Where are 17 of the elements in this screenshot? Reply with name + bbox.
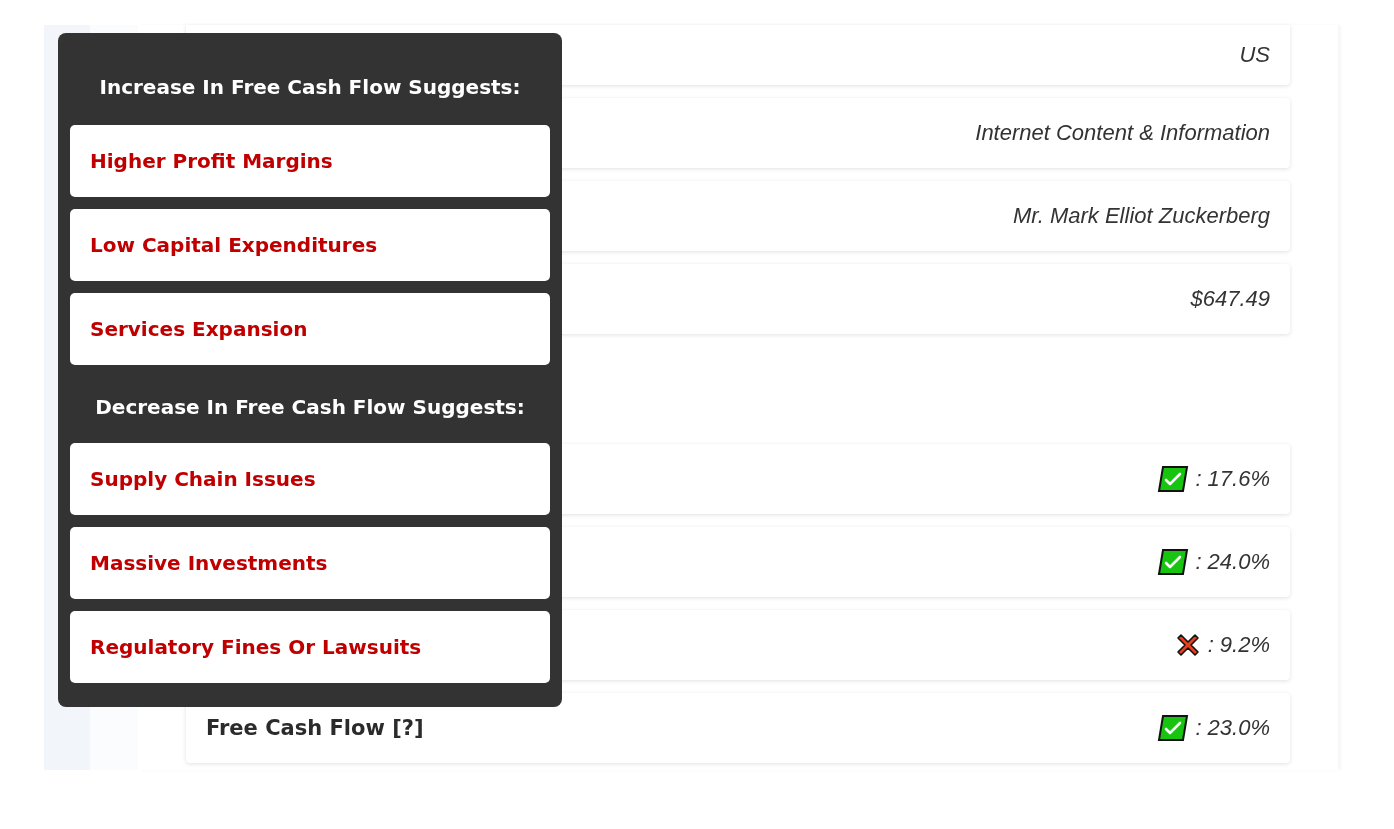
metric-value: : 9.2% [1207, 632, 1270, 658]
metric-label: Free Cash Flow [?] [206, 716, 424, 740]
tooltip-heading: Decrease In Free Cash Flow Suggests: [94, 394, 526, 421]
info-value: Mr. Mark Elliot Zuckerberg [1012, 203, 1270, 229]
info-value: Internet Content & Information [975, 120, 1270, 146]
tooltip-item: Supply Chain Issues [70, 443, 550, 515]
info-value: $647.49 [1190, 286, 1270, 312]
tooltip-item: Services Expansion [70, 293, 550, 365]
tooltip-item: Higher Profit Margins [70, 125, 550, 197]
info-value: US [1239, 42, 1270, 68]
metric-value: : 17.6% [1195, 466, 1270, 492]
tooltip-item: Regulatory Fines Or Lawsuits [70, 611, 550, 683]
tooltip-item: Massive Investments [70, 527, 550, 599]
metric-value: : 24.0% [1195, 549, 1270, 575]
tooltip-heading: Increase In Free Cash Flow Suggests: [98, 74, 522, 101]
metric-value: : 23.0% [1195, 715, 1270, 741]
tooltip-item: Low Capital Expenditures [70, 209, 550, 281]
